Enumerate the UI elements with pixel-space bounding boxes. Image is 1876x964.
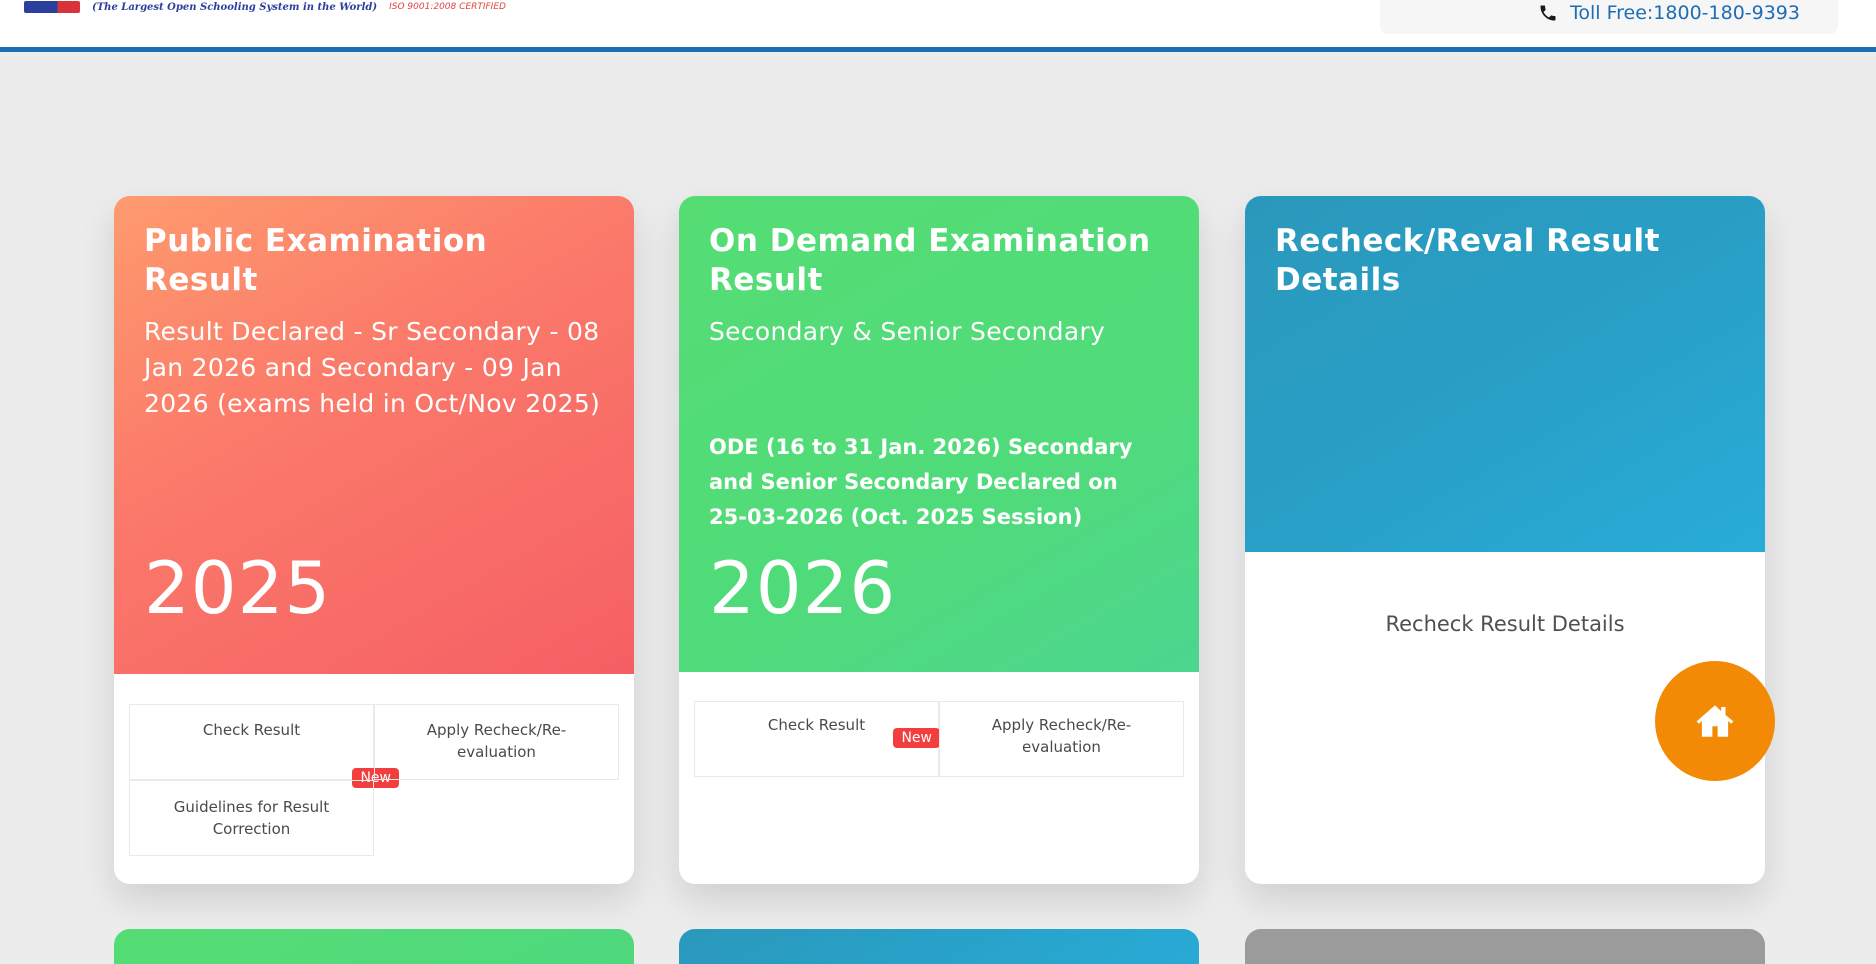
new-badge: New [893, 728, 940, 748]
phone-icon [1540, 5, 1556, 21]
next-card-gray [1245, 929, 1765, 964]
check-result-link[interactable]: Check Result New [694, 701, 940, 777]
public-exam-result-card: Public Examination Result Result Declare… [114, 196, 634, 884]
toll-free-number[interactable]: Toll Free:1800-180-9393 [1570, 2, 1800, 24]
guidelines-result-correction-link[interactable]: Guidelines for Result Correction [129, 780, 374, 856]
card-links: Check Result New Apply Recheck/Re-evalua… [129, 704, 619, 856]
card-header: On Demand Examination Result Secondary &… [679, 196, 1199, 672]
next-card-green [114, 929, 634, 964]
card-subtitle: Secondary & Senior Secondary [709, 317, 1106, 346]
card-note: ODE (16 to 31 Jan. 2026) Secondary and S… [709, 435, 1133, 529]
check-result-link[interactable]: Check Result New [129, 704, 399, 788]
home-icon [1696, 705, 1734, 737]
toll-free-box: Toll Free:1800-180-9393 [1380, 0, 1838, 34]
apply-recheck-link[interactable]: Apply Recheck/Re-evaluation [374, 704, 619, 780]
card-subtitle: Result Declared - Sr Secondary - 08 Jan … [144, 317, 601, 418]
logo-iso-text: ISO 9001:2008 CERTIFIED [389, 2, 506, 12]
logo-tagline: (The Largest Open Schooling System in th… [92, 1, 378, 13]
link-label: Apply Recheck/Re-evaluation [991, 716, 1132, 756]
link-label: Check Result [202, 721, 301, 739]
card-title: On Demand Examination Result [709, 223, 1151, 298]
next-card-blue [679, 929, 1199, 964]
site-header: (The Largest Open Schooling System in th… [0, 0, 1876, 52]
card-title: Public Examination Result [144, 223, 488, 298]
link-label: Guidelines for Result Correction [173, 798, 330, 838]
on-demand-exam-result-card: On Demand Examination Result Secondary &… [679, 196, 1199, 884]
link-label: Apply Recheck/Re-evaluation [426, 721, 567, 761]
home-button[interactable] [1655, 661, 1775, 781]
card-title: Recheck/Reval Result Details [1275, 223, 1660, 298]
apply-recheck-link[interactable]: Apply Recheck/Re-evaluation [939, 701, 1184, 777]
recheck-reval-card: Recheck/Reval Result Details Recheck Res… [1245, 196, 1765, 884]
logo-mark [24, 1, 80, 13]
card-header: Recheck/Reval Result Details [1245, 196, 1765, 552]
card-header: Public Examination Result Result Declare… [114, 196, 634, 674]
card-year: 2025 [144, 546, 332, 630]
link-label: Check Result [767, 716, 866, 734]
recheck-result-details-link[interactable]: Recheck Result Details [1245, 612, 1765, 636]
nios-logo[interactable]: (The Largest Open Schooling System in th… [24, 0, 506, 16]
card-links: Check Result New Apply Recheck/Re-evalua… [694, 701, 1184, 777]
card-year: 2026 [709, 546, 897, 630]
